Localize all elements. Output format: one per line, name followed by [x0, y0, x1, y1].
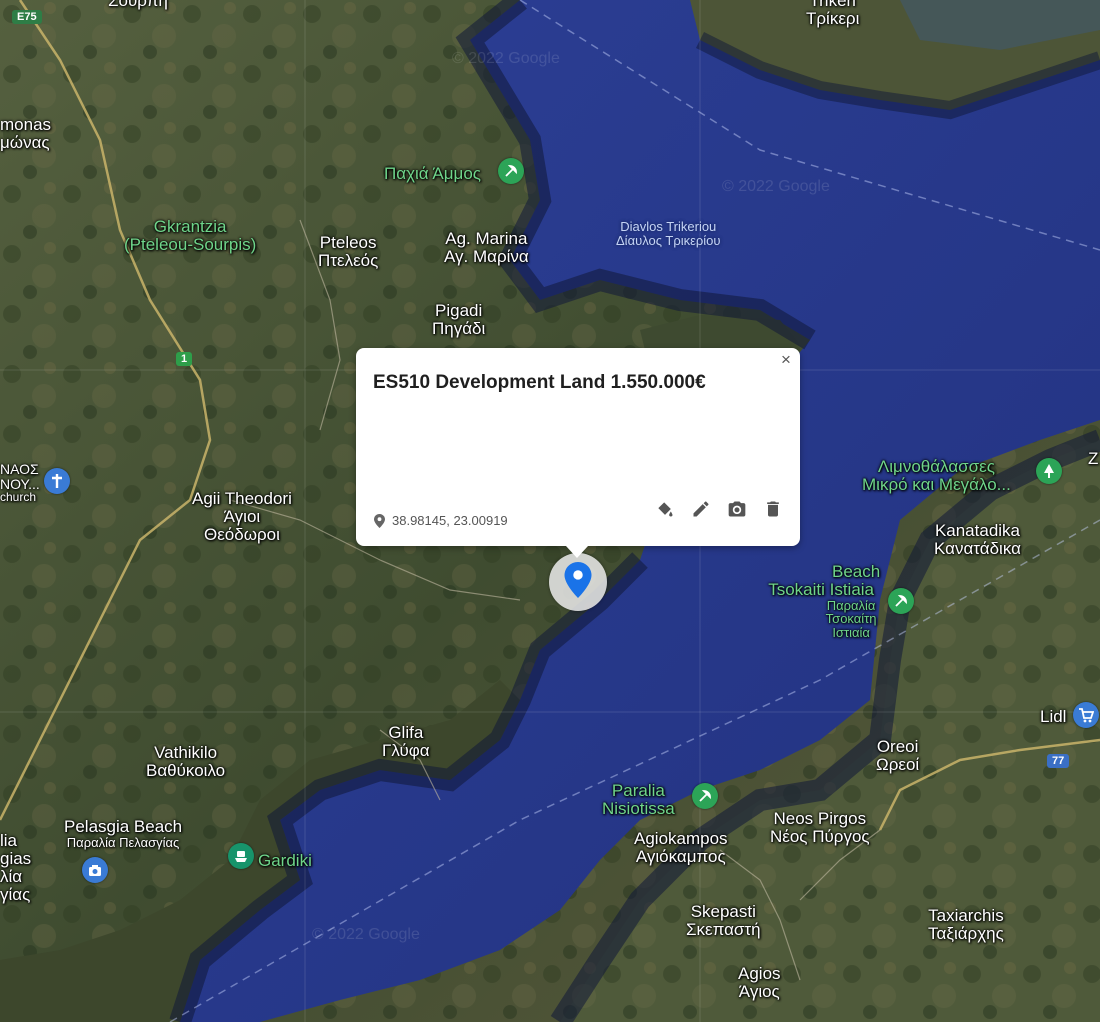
tree-icon[interactable] [1036, 458, 1062, 484]
ferry-icon[interactable] [228, 843, 254, 869]
place-label: Σούρπη [108, 0, 168, 10]
place-label: Lidl [1040, 707, 1067, 726]
info-window-toolbar [654, 498, 784, 520]
camera-poi-icon[interactable] [82, 857, 108, 883]
place-label: Ag. Marina Αγ. Μαρίνα [444, 229, 529, 266]
map-watermark: © 2022 Google [722, 178, 830, 195]
place-label: Pelasgia Beach Παραλία Πελασγίας [64, 817, 183, 850]
place-label-paralia-nisiotissa[interactable]: Paralia Nisiotissa [602, 782, 675, 818]
map-pin-icon [564, 562, 592, 598]
place-label: Pigadi Πηγάδι [432, 301, 486, 338]
map-watermark: © 2022 Google [452, 50, 560, 67]
place-label: Gkrantzia (Pteleou-Sourpis) [124, 217, 257, 254]
place-label: lia gias λία γίας [0, 831, 32, 904]
map-watermark: © 2022 Google [312, 926, 420, 943]
place-label: Z [1088, 449, 1099, 468]
place-label: Pteleos Πτελεός [318, 233, 379, 270]
place-label: Agiokampos Αγιόκαμπος [634, 829, 728, 866]
trash-icon[interactable] [762, 498, 784, 520]
pencil-icon[interactable] [690, 498, 712, 520]
beach-icon[interactable] [498, 158, 524, 184]
beach-icon[interactable] [888, 588, 914, 614]
place-label: Trikeri Τρίκερι [806, 0, 860, 28]
place-label: Agios Άγιος [738, 964, 781, 1001]
place-label: Skepasti Σκεπαστή [686, 902, 761, 939]
place-label: Neos Pirgos Νέος Πύργος [770, 809, 870, 846]
info-window: × ES510 Development Land 1.550.000€ 38.9… [356, 348, 800, 558]
close-button[interactable]: × [777, 351, 795, 369]
location-marker[interactable] [549, 553, 607, 611]
road-sign-e75: E75 [12, 10, 42, 24]
beach-icon[interactable] [692, 783, 718, 809]
place-label: Oreoi Ωρεοί [876, 737, 920, 774]
place-label: Taxiarchis Ταξιάρχης [928, 906, 1004, 943]
place-label-pachia-ammos[interactable]: Παχιά Άμμος [384, 165, 481, 183]
church-icon[interactable] [44, 468, 70, 494]
coordinates-row: 38.98145, 23.00919 [374, 513, 508, 528]
place-label: Kanatadika Κανατάδικα [934, 521, 1021, 558]
info-window-title: ES510 Development Land 1.550.000€ [373, 372, 706, 393]
place-label: ΝΑΟΣ ΝΟΥ... church [0, 461, 40, 505]
place-label: monas μώνας [0, 115, 52, 152]
place-label: Gardiki [258, 851, 312, 870]
place-label-tsokaiti[interactable]: Beach Tsokaiti Istiaia Παραλία Τσοκαίτη Ι… [762, 563, 880, 640]
place-label: Glifa Γλύφα [382, 723, 430, 760]
road-sign-77: 77 [1047, 754, 1070, 768]
place-label: Vathikilo Βαθύκοιλο [146, 743, 226, 780]
water-label: Diavlos Trikeriou Δίαυλος Τρικερίου [616, 219, 721, 248]
road-sign-1: 1 [176, 352, 193, 366]
place-label-limnothalasses[interactable]: Λιμνοθάλασσες Μικρό και Μεγάλο... [862, 458, 1011, 494]
paint-bucket-icon[interactable] [654, 498, 676, 520]
location-pin-icon [374, 513, 385, 528]
shopping-cart-icon[interactable] [1073, 702, 1099, 728]
place-label: Agii Theodori Άγιοι Θεόδωροι [192, 489, 292, 544]
camera-icon[interactable] [726, 498, 748, 520]
coordinates-text: 38.98145, 23.00919 [392, 513, 508, 528]
